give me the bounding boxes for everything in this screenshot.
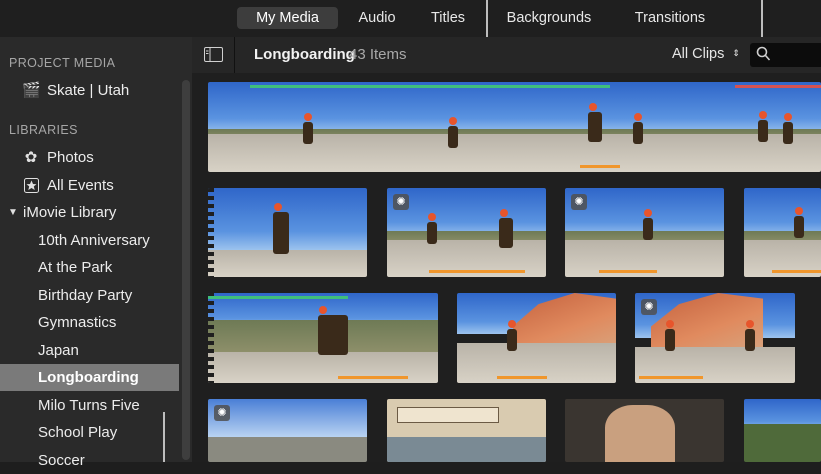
project-media-header: PROJECT MEDIA <box>9 56 116 70</box>
libraries-header: LIBRARIES <box>9 123 78 137</box>
clip-thumbnail[interactable]: ✺ <box>208 399 367 462</box>
clip-thumbnail[interactable]: ✺ <box>565 188 724 277</box>
used-marker <box>429 270 525 273</box>
clip-filter-popup[interactable]: All Clips ⇕ <box>672 46 740 62</box>
clip-edge-marker <box>208 293 214 383</box>
event-title: Longboarding <box>254 46 355 63</box>
sidebar-item-event[interactable]: Japan <box>0 337 179 364</box>
sidebar-item-all-events[interactable]: All Events <box>0 172 179 199</box>
sidebar-item-project[interactable]: 🎬 Skate | Utah <box>0 77 179 104</box>
tab-audio[interactable]: Audio <box>349 7 405 29</box>
media-browser-tab-bar: My Media Audio Titles Backgrounds Transi… <box>0 0 821 37</box>
sidebar-item-event[interactable]: Birthday Party <box>0 282 179 309</box>
clip-browser: ✺ ✺ ✺ ✺ <box>192 73 821 462</box>
sidebar-scrollbar[interactable] <box>182 80 190 460</box>
sidebar-item-event[interactable]: Soccer <box>0 447 179 474</box>
sidebar-item-label: Skate | Utah <box>47 82 130 99</box>
favorite-marker <box>250 85 610 88</box>
search-field[interactable] <box>750 43 821 67</box>
sidebar-item-label: Longboarding <box>38 369 139 386</box>
tab-transitions[interactable]: Transitions <box>624 7 716 29</box>
sidebar-item-label: All Events <box>47 177 114 194</box>
used-marker <box>497 376 547 379</box>
used-marker <box>338 376 408 379</box>
sidebar-item-event[interactable]: Gymnastics <box>0 309 179 336</box>
sidebar-item-event-selected[interactable]: Longboarding <box>0 364 179 391</box>
used-marker <box>580 165 620 168</box>
sidebar-item-label: School Play <box>38 424 118 441</box>
sidebar-item-label: Soccer <box>38 452 85 469</box>
clip-thumbnail[interactable] <box>387 399 546 462</box>
loading-spinner-icon: ✺ <box>393 194 409 210</box>
favorite-marker <box>208 296 348 299</box>
sidebar-item-photos[interactable]: ✿ Photos <box>0 144 179 171</box>
callout-line <box>163 412 165 462</box>
sidebar-item-label: Japan <box>38 342 79 359</box>
clip-thumbnail[interactable] <box>208 293 438 383</box>
sidebar-item-label: Gymnastics <box>38 314 117 331</box>
item-count: 43 Items <box>349 46 407 63</box>
clip-thumbnail[interactable] <box>208 188 367 277</box>
search-icon <box>756 46 771 67</box>
rejected-marker <box>735 85 821 88</box>
loading-spinner-icon: ✺ <box>641 299 657 315</box>
used-marker <box>639 376 703 379</box>
browser-header: Longboarding 43 Items All Clips ⇕ <box>192 37 821 74</box>
sidebar-toggle-icon[interactable] <box>204 47 223 67</box>
used-marker <box>599 270 657 273</box>
clip-thumbnail[interactable]: ✺ <box>635 293 795 383</box>
sidebar-item-label: 10th Anniversary <box>38 232 150 249</box>
sidebar-item-label: iMovie Library <box>23 204 117 221</box>
sidebar-item-label: Birthday Party <box>38 287 133 304</box>
clapperboard-icon: 🎬 <box>22 82 41 99</box>
sidebar-item-imovie-library[interactable]: ▼ iMovie Library <box>0 199 179 226</box>
loading-spinner-icon: ✺ <box>571 194 587 210</box>
clip-filter-label: All Clips <box>672 46 725 62</box>
header-divider <box>234 37 235 73</box>
clip-thumbnail[interactable] <box>565 399 724 462</box>
chevron-updown-icon: ⇕ <box>732 48 740 58</box>
tab-backgrounds[interactable]: Backgrounds <box>496 7 602 29</box>
tab-my-media[interactable]: My Media <box>237 7 338 29</box>
sidebar-item-event[interactable]: Milo Turns Five <box>0 392 179 419</box>
photos-flower-icon: ✿ <box>24 149 38 166</box>
sidebar-item-event[interactable]: 10th Anniversary <box>0 227 179 254</box>
disclosure-triangle-icon[interactable]: ▼ <box>4 199 22 226</box>
clip-thumbnail[interactable] <box>744 188 821 277</box>
tab-titles[interactable]: Titles <box>420 7 476 29</box>
sidebar-item-event[interactable]: School Play <box>0 419 179 446</box>
clip-filmstrip[interactable] <box>208 82 821 172</box>
sidebar-item-label: Photos <box>47 149 94 166</box>
clip-edge-marker <box>208 188 214 277</box>
clip-thumbnail[interactable] <box>744 399 821 462</box>
sidebar-item-event[interactable]: At the Park <box>0 254 179 281</box>
sidebar-item-label: At the Park <box>38 259 113 276</box>
star-icon <box>22 172 40 202</box>
clip-thumbnail[interactable]: ✺ <box>387 188 546 277</box>
clip-thumbnail[interactable] <box>457 293 616 383</box>
used-marker <box>772 270 821 273</box>
libraries-sidebar: PROJECT MEDIA 🎬 Skate | Utah LIBRARIES ✿… <box>0 37 192 469</box>
sidebar-item-label: Milo Turns Five <box>38 397 140 414</box>
loading-spinner-icon: ✺ <box>214 405 230 421</box>
